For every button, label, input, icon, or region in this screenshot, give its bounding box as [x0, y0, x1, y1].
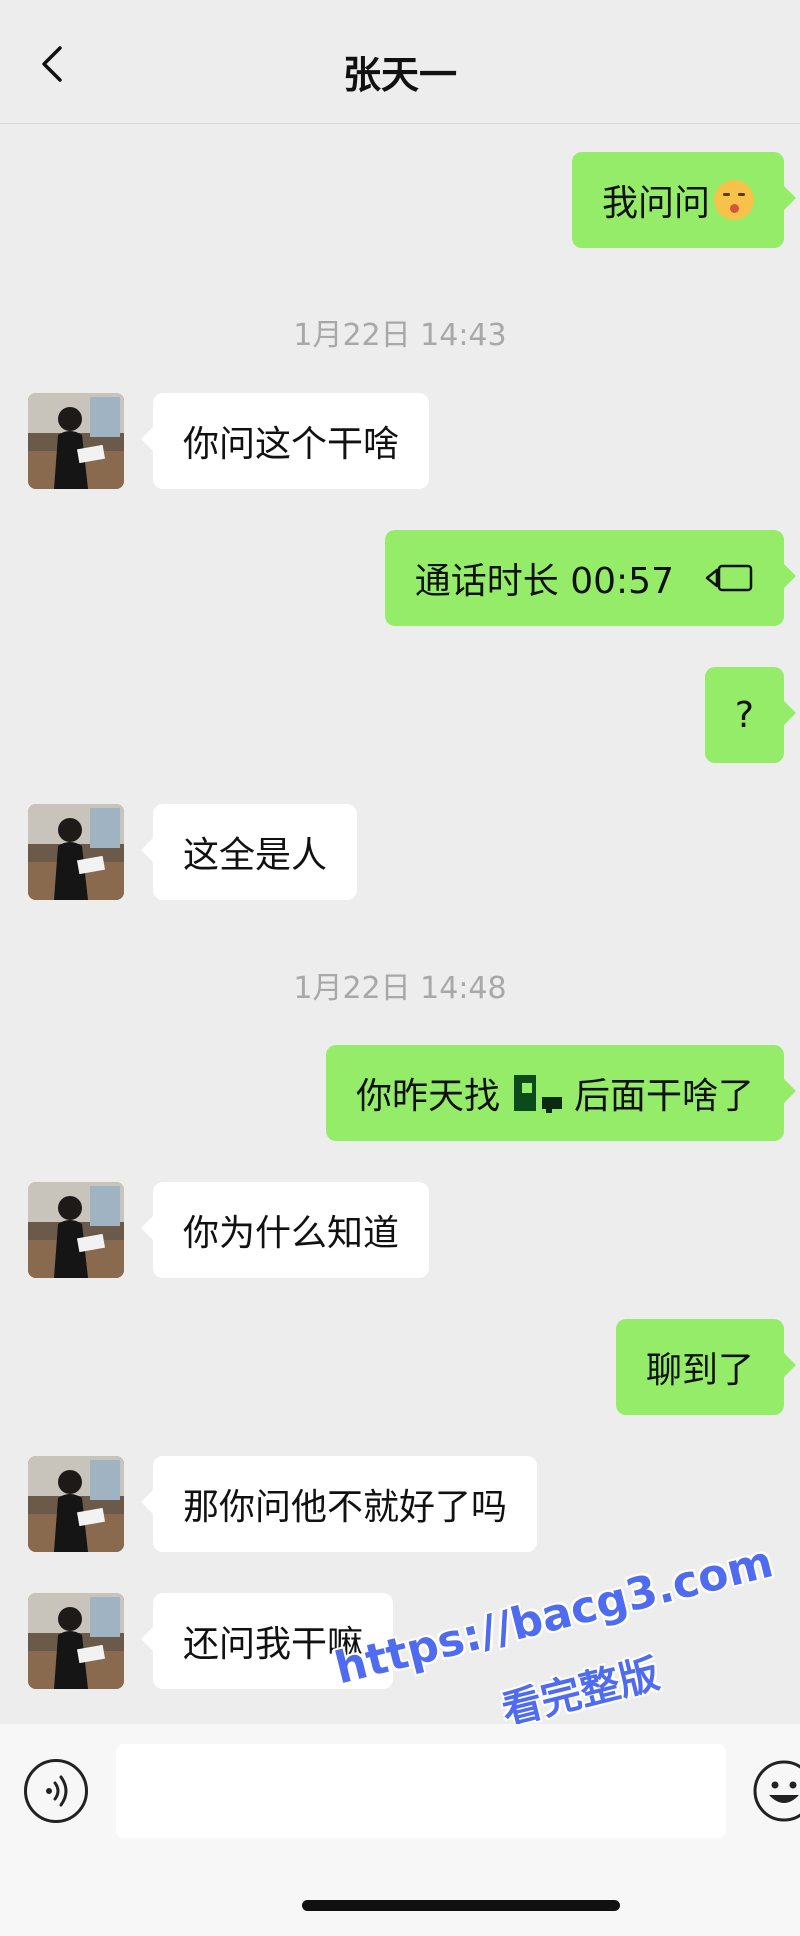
- home-indicator[interactable]: [302, 1900, 620, 1911]
- message-row: 这全是人: [0, 804, 800, 900]
- timestamp: 1月22日 14:43: [293, 318, 507, 353]
- contact-avatar[interactable]: [28, 1182, 124, 1278]
- message-row: 你为什么知道: [0, 1182, 800, 1278]
- message-text-part: 后面干啥了: [573, 1076, 754, 1117]
- message-text: 那你问他不就好了吗: [183, 1487, 508, 1528]
- emoji-button-icon[interactable]: [752, 1759, 800, 1823]
- message-bubble-outgoing[interactable]: 聊到了: [615, 1319, 797, 1415]
- message-text-part: 你昨天找: [355, 1076, 500, 1117]
- video-call-icon: [705, 564, 753, 592]
- voice-input-button[interactable]: [24, 1759, 88, 1823]
- contact-avatar[interactable]: [28, 1456, 124, 1552]
- message-bubble-incoming[interactable]: 你问这个干啥: [140, 393, 430, 489]
- timestamp: 1月22日 14:48: [293, 971, 507, 1006]
- message-text: 聊到了: [645, 1350, 754, 1391]
- message-text: 你为什么知道: [183, 1213, 400, 1254]
- message-bubble-incoming[interactable]: 那你问他不就好了吗: [140, 1456, 538, 1552]
- message-text: 我问问: [601, 183, 710, 224]
- message-bubble-incoming[interactable]: 你为什么知道: [140, 1182, 430, 1278]
- chat-title: 张天一: [342, 53, 457, 97]
- message-input[interactable]: [116, 1744, 726, 1838]
- input-bar: [0, 1724, 800, 1936]
- message-text: 你问这个干啥: [183, 424, 400, 465]
- message-row: 我问问: [0, 152, 800, 248]
- message-text: 这全是人: [183, 835, 328, 876]
- contact-avatar[interactable]: [28, 1593, 124, 1689]
- face-blowing-kiss-emoji-icon: [714, 180, 754, 220]
- message-bubble-outgoing[interactable]: 你昨天找 后面干啥了: [325, 1045, 797, 1141]
- message-text: ?: [734, 694, 754, 736]
- voice-wave-icon: [46, 1775, 68, 1807]
- message-row: 那你问他不就好了吗: [0, 1456, 800, 1552]
- redacted-name-mark: [513, 1075, 562, 1113]
- message-text: 通话时长 00:57: [414, 561, 674, 602]
- message-bubble-outgoing[interactable]: ?: [704, 667, 797, 763]
- message-row: 你问这个干啥: [0, 393, 800, 489]
- call-record-bubble[interactable]: 通话时长 00:57: [384, 530, 797, 626]
- message-bubble-incoming[interactable]: 这全是人: [140, 804, 358, 900]
- chat-header: 张天一: [0, 0, 800, 124]
- message-row: 你昨天找 后面干啥了: [0, 1045, 800, 1141]
- message-bubble-outgoing[interactable]: 我问问: [571, 152, 797, 248]
- contact-avatar[interactable]: [28, 393, 124, 489]
- contact-avatar[interactable]: [28, 804, 124, 900]
- message-row: 通话时长 00:57: [0, 530, 800, 626]
- message-row: ?: [0, 667, 800, 763]
- message-row: 聊到了: [0, 1319, 800, 1415]
